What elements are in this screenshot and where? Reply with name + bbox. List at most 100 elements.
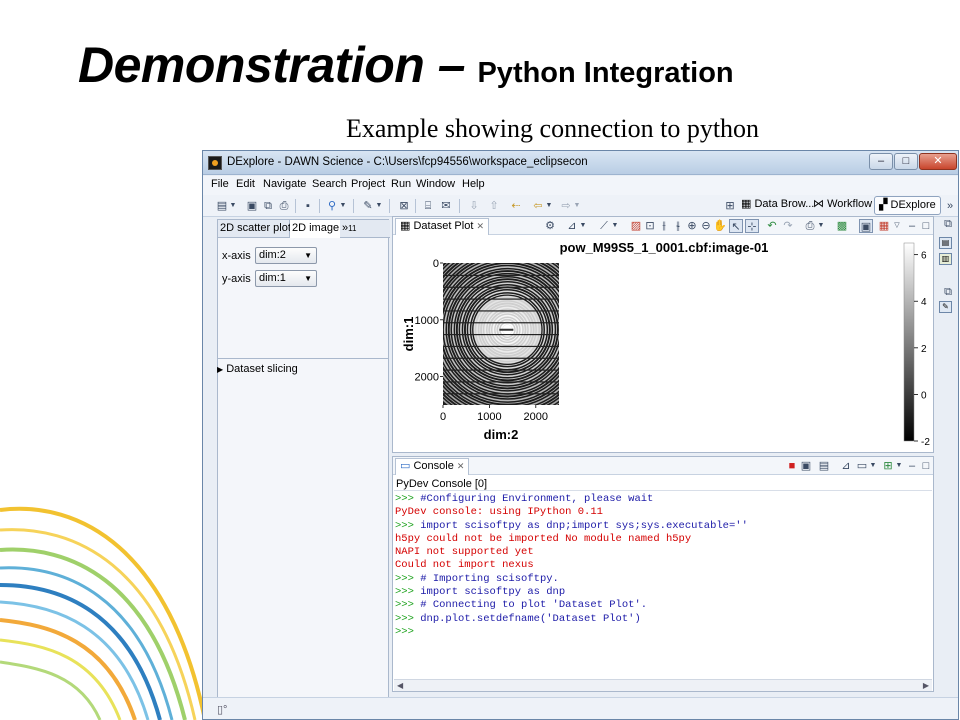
console-tabbar: ▭ Console ✕ ■ ▣ ▤ ⊿ ▭ ▼ ⊞ ▼ – □ [393,457,933,475]
restore-view-icon-2[interactable]: ⧉ [941,285,955,299]
console-line: PyDev console: using IPython 0.11 [395,506,603,519]
perspective-workflow-label: Workflow [827,198,873,210]
pin-console-icon[interactable]: ⊿ [839,459,853,473]
gap-stripe [443,381,559,383]
comment-icon[interactable]: ✉ [439,199,453,213]
print-icon[interactable]: ⎙ [277,199,291,213]
terminate-icon[interactable]: ■ [785,459,799,473]
y-axis-select[interactable]: dim:1 ▼ [255,270,317,287]
forward-dropdown-icon[interactable]: ▼ [573,199,581,213]
gap-stripe [443,274,559,277]
search-icon[interactable]: ⚲ [325,199,339,213]
menu-search[interactable]: Search [312,178,347,190]
menu-help[interactable]: Help [462,178,485,190]
x-axis-label: x-axis [222,250,251,262]
perspective-data-browsing-label: Data Brow... [754,198,815,210]
scroll-left-icon[interactable]: ◀ [397,680,403,691]
console-line: >>> # Connecting to plot 'Dataset Plot'. [395,599,648,612]
open-console-dropdown-icon[interactable]: ▼ [895,459,903,473]
window-titlebar[interactable]: DExplore - DAWN Science - C:\Users\fcp94… [203,151,958,175]
colorbar-tick-label: -2 [921,437,930,448]
display-dropdown-icon[interactable]: ▼ [869,459,877,473]
close-button[interactable]: ✕ [919,153,957,170]
x-axis-select[interactable]: dim:2 ▼ [255,247,317,264]
menu-edit[interactable]: Edit [236,178,255,190]
console-horizontal-scrollbar[interactable]: ◀ ▶ [394,679,932,691]
maximize-view-icon[interactable]: □ [919,459,933,473]
search-dropdown-icon[interactable]: ▼ [339,199,347,213]
menu-window[interactable]: Window [416,178,455,190]
console-output[interactable]: >>> #Configuring Environment, please wai… [394,490,932,676]
y-axis-value: dim:1 [259,272,286,284]
pen-dropdown-icon[interactable]: ▼ [375,199,383,213]
remove-launch-icon[interactable]: ▣ [799,459,813,473]
back-dropdown-icon[interactable]: ▼ [545,199,553,213]
fast-view-icon[interactable]: ▯° [217,703,227,716]
gap-stripe [443,298,559,300]
next-annotation-icon[interactable]: ⇩ [467,199,481,213]
dataset-slicing-panel [217,359,389,714]
overflow-count: 11 [348,224,357,233]
minimize-view-icon[interactable]: – [905,459,919,473]
view-icon-1[interactable]: ▤ [939,237,952,249]
maximize-button[interactable]: □ [894,153,918,170]
colorbar-tick-label: 0 [921,390,927,401]
console-line: >>> # Importing scisoftpy. [395,572,559,585]
expand-triangle-icon: ▶ [217,365,224,374]
chart-icon[interactable]: ⊠ [397,199,411,213]
dawn-app-icon [208,156,222,170]
display-console-icon[interactable]: ▭ [855,459,869,473]
gap-stripe [443,393,559,395]
last-edit-icon[interactable]: ⇠ [509,199,523,213]
pydev-console-label: PyDev Console [0] [396,478,488,490]
console-line: h5py could not be imported No module nam… [395,532,692,545]
colorbar-tick-label: 2 [921,344,927,355]
perspective-dexplore[interactable]: ▞ DExplore [874,196,941,215]
disk-icon[interactable]: ▪ [301,199,315,213]
colorbar-tick-label: 4 [921,297,927,308]
save-all-icon[interactable]: ⧉ [261,199,275,213]
clear-console-icon[interactable]: ▤ [817,459,831,473]
view-icon-3[interactable]: ✎ [939,301,952,313]
forward-icon[interactable]: ⇨ [559,199,573,213]
clipboard-icon[interactable]: ⌸ [421,199,435,213]
status-bar: ▯° [203,697,958,719]
menu-run[interactable]: Run [391,178,411,190]
tab-console[interactable]: ▭ Console ✕ [395,458,470,475]
tab-overflow[interactable]: »11 [340,220,390,238]
prev-annotation-icon[interactable]: ⇧ [487,199,501,213]
y-axis-row: y-axis dim:1 ▼ [222,270,317,287]
save-icon[interactable]: ▣ [245,199,259,213]
menu-project[interactable]: Project [351,178,385,190]
tab-2d-image[interactable]: 2D image [290,220,340,238]
pen-icon[interactable]: ✎ [361,199,375,213]
menu-navigate[interactable]: Navigate [263,178,306,190]
perspective-more-icon[interactable]: » [943,199,957,213]
open-perspective-icon[interactable]: ⊞ [723,199,737,213]
gap-stripe [443,322,559,324]
new-dropdown-icon[interactable]: ▼ [229,199,237,213]
minimize-button[interactable]: – [869,153,893,170]
gap-stripe [443,345,559,348]
console-input-line[interactable]: >>> [394,626,932,639]
console-line: Could not import nexus [395,559,534,572]
restore-view-icon[interactable]: ⧉ [941,217,955,231]
dataset-slicing-label: Dataset slicing [226,363,298,375]
new-icon[interactable]: ▤ [215,199,229,213]
view-icon-2[interactable]: ▥ [939,253,952,265]
scroll-right-icon[interactable]: ▶ [923,680,929,691]
console-line: >>> #Configuring Environment, please wai… [395,493,654,505]
back-icon[interactable]: ⇦ [531,199,545,213]
gap-stripe [443,369,559,371]
dataset-slicing-toggle[interactable]: ▶ Dataset slicing [217,363,298,375]
perspective-workflow[interactable]: ⋈ Workflow [809,196,876,215]
console-icon: ▭ [400,460,411,472]
x-axis-value: dim:2 [259,249,286,261]
dataset-plot-panel: ▦ Dataset Plot ✕ ⚙ ⊿ ▼ ⟋ ▼ ▨ ⊡ ⫲ ⫳ ⊕ ⊖ ✋… [392,216,934,453]
tab-2d-scatter-plot[interactable]: 2D scatter plot [218,220,291,238]
perspective-data-browsing[interactable]: ▦ Data Brow... [737,196,818,215]
x-tick-label: 2000 [524,411,548,423]
menu-file[interactable]: File [211,178,229,190]
open-console-icon[interactable]: ⊞ [881,459,895,473]
close-icon[interactable]: ✕ [457,461,465,471]
